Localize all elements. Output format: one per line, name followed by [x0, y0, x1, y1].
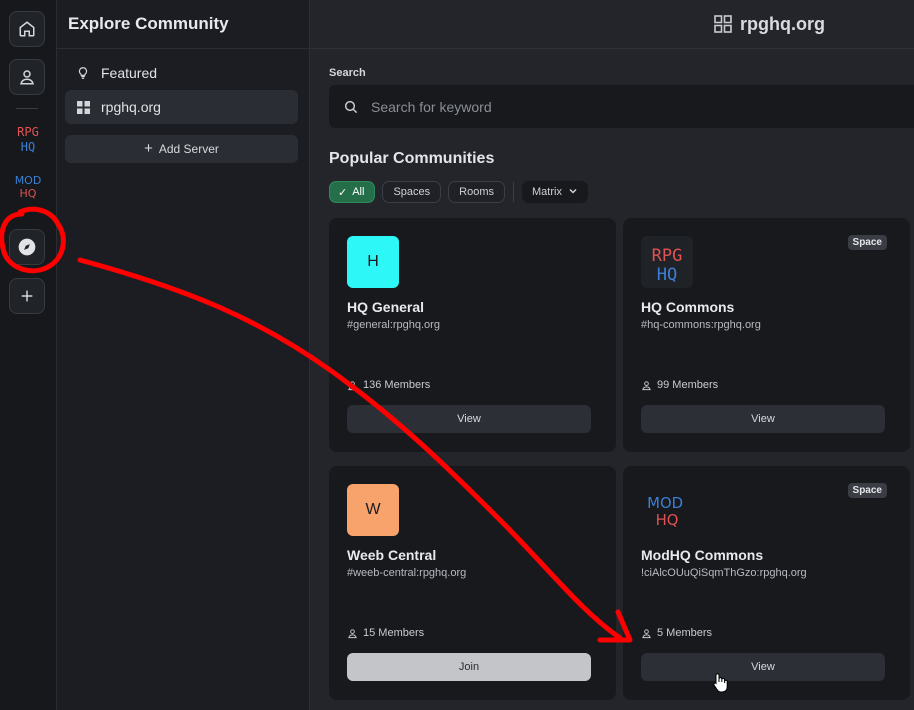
member-count-label: 136 Members: [363, 379, 431, 391]
user-icon: [20, 70, 34, 85]
community-card[interactable]: W Weeb Central #weeb-central:rpghq.org 1…: [329, 466, 616, 700]
community-avatar: MOD HQ: [641, 484, 693, 536]
member-count-label: 15 Members: [363, 627, 425, 639]
grid-icon: [76, 100, 90, 114]
explore-sidebar: Explore Community Featured rpghq.org + A…: [57, 0, 310, 710]
community-alias: #weeb-central:rpghq.org: [347, 567, 467, 579]
filter-divider: [513, 182, 514, 202]
filter-spaces[interactable]: Spaces: [382, 181, 442, 203]
mod-logo-bottom: HQ: [656, 511, 679, 529]
community-alias: #general:rpghq.org: [347, 319, 440, 331]
community-avatar: W: [347, 484, 399, 536]
member-count-label: 5 Members: [657, 627, 713, 639]
plus-icon: +: [144, 140, 153, 157]
filter-all-label: All: [352, 186, 365, 198]
filter-rooms-label: Rooms: [459, 186, 494, 198]
member-count: 5 Members: [641, 627, 712, 639]
rpg-logo-top: RPG: [17, 125, 39, 139]
filter-bar: ✓ All Spaces Rooms Matrix: [329, 181, 588, 203]
home-button[interactable]: [9, 11, 45, 47]
lightbulb-icon: [76, 66, 90, 80]
add-server-label: Add Server: [158, 142, 219, 156]
space-badge: Space: [847, 235, 887, 250]
community-card[interactable]: H HQ General #general:rpghq.org 136 Memb…: [329, 218, 616, 452]
rpghq-logo: RPG HQ: [17, 125, 39, 154]
compass-icon: [18, 238, 36, 256]
server-title: rpghq.org: [740, 13, 825, 34]
rail-divider: [16, 108, 38, 109]
sidebar-title: Explore Community: [57, 0, 309, 49]
member-count: 136 Members: [347, 379, 430, 391]
rpghq-logo: RPG HQ: [652, 246, 683, 285]
search-box[interactable]: [329, 85, 914, 128]
section-title: Popular Communities: [329, 150, 495, 167]
filter-spaces-label: Spaces: [393, 186, 431, 198]
rpg-logo-bottom: HQ: [657, 265, 677, 285]
community-card[interactable]: RPG HQ Space HQ Commons #hq-commons:rpgh…: [623, 218, 910, 452]
add-space-button[interactable]: [9, 278, 45, 314]
community-name: ModHQ Commons: [641, 547, 764, 563]
community-name: Weeb Central: [347, 547, 437, 563]
sidebar-item-label: Featured: [101, 65, 158, 81]
add-server-button[interactable]: + Add Server: [65, 135, 298, 163]
community-alias: #hq-commons:rpghq.org: [641, 319, 761, 331]
member-count: 15 Members: [347, 627, 424, 639]
modhq-logo: MOD HQ: [15, 174, 42, 200]
sidebar-item-label: rpghq.org: [101, 99, 161, 115]
plus-icon: [21, 290, 33, 302]
search-input[interactable]: [371, 98, 771, 115]
person-icon: [641, 380, 652, 391]
chevron-down-icon: [568, 186, 578, 198]
filter-all[interactable]: ✓ All: [329, 181, 376, 203]
modhq-server-button[interactable]: MOD HQ: [8, 168, 48, 204]
mod-logo-top: MOD: [647, 494, 683, 512]
check-icon: ✓: [338, 186, 348, 199]
person-icon: [347, 380, 358, 391]
community-avatar: RPG HQ: [641, 236, 693, 288]
rpg-logo-top: RPG: [652, 246, 683, 266]
community-name: HQ General: [347, 299, 425, 315]
search-label: Search: [329, 67, 366, 79]
header: rpghq.org: [310, 0, 914, 49]
grid-outline-icon: [714, 15, 732, 33]
community-alias: !ciAlcOUuQiSqmThGzo:rpghq.org: [641, 567, 807, 579]
member-count-label: 99 Members: [657, 379, 719, 391]
space-badge: Space: [847, 483, 887, 498]
view-button[interactable]: View: [641, 653, 885, 681]
server-rail: RPG HQ MOD HQ: [0, 0, 57, 710]
direct-messages-button[interactable]: [9, 59, 45, 95]
join-button[interactable]: Join: [347, 653, 591, 681]
person-icon: [347, 628, 358, 639]
rpg-logo-bottom: HQ: [21, 140, 35, 154]
sidebar-item-featured[interactable]: Featured: [65, 56, 298, 90]
filter-matrix-label: Matrix: [532, 186, 562, 198]
person-icon: [641, 628, 652, 639]
modhq-logo: MOD HQ: [647, 494, 683, 529]
mod-logo-bottom: HQ: [20, 187, 37, 200]
view-button[interactable]: View: [641, 405, 885, 433]
community-avatar: H: [347, 236, 399, 288]
member-count: 99 Members: [641, 379, 718, 391]
sidebar-item-rpghq[interactable]: rpghq.org: [65, 90, 298, 124]
search-icon: [344, 100, 358, 113]
community-name: HQ Commons: [641, 299, 735, 315]
community-card[interactable]: MOD HQ Space ModHQ Commons !ciAlcOUuQiSq…: [623, 466, 910, 700]
main-panel: rpghq.org Search Popular Communities ✓ A…: [310, 0, 914, 710]
mod-logo-top: MOD: [15, 174, 42, 187]
filter-matrix-dropdown[interactable]: Matrix: [522, 181, 588, 203]
explore-button[interactable]: [9, 229, 45, 265]
rpghq-server-button[interactable]: RPG HQ: [8, 120, 48, 156]
filter-rooms[interactable]: Rooms: [448, 181, 505, 203]
home-icon: [19, 21, 35, 37]
view-button[interactable]: View: [347, 405, 591, 433]
